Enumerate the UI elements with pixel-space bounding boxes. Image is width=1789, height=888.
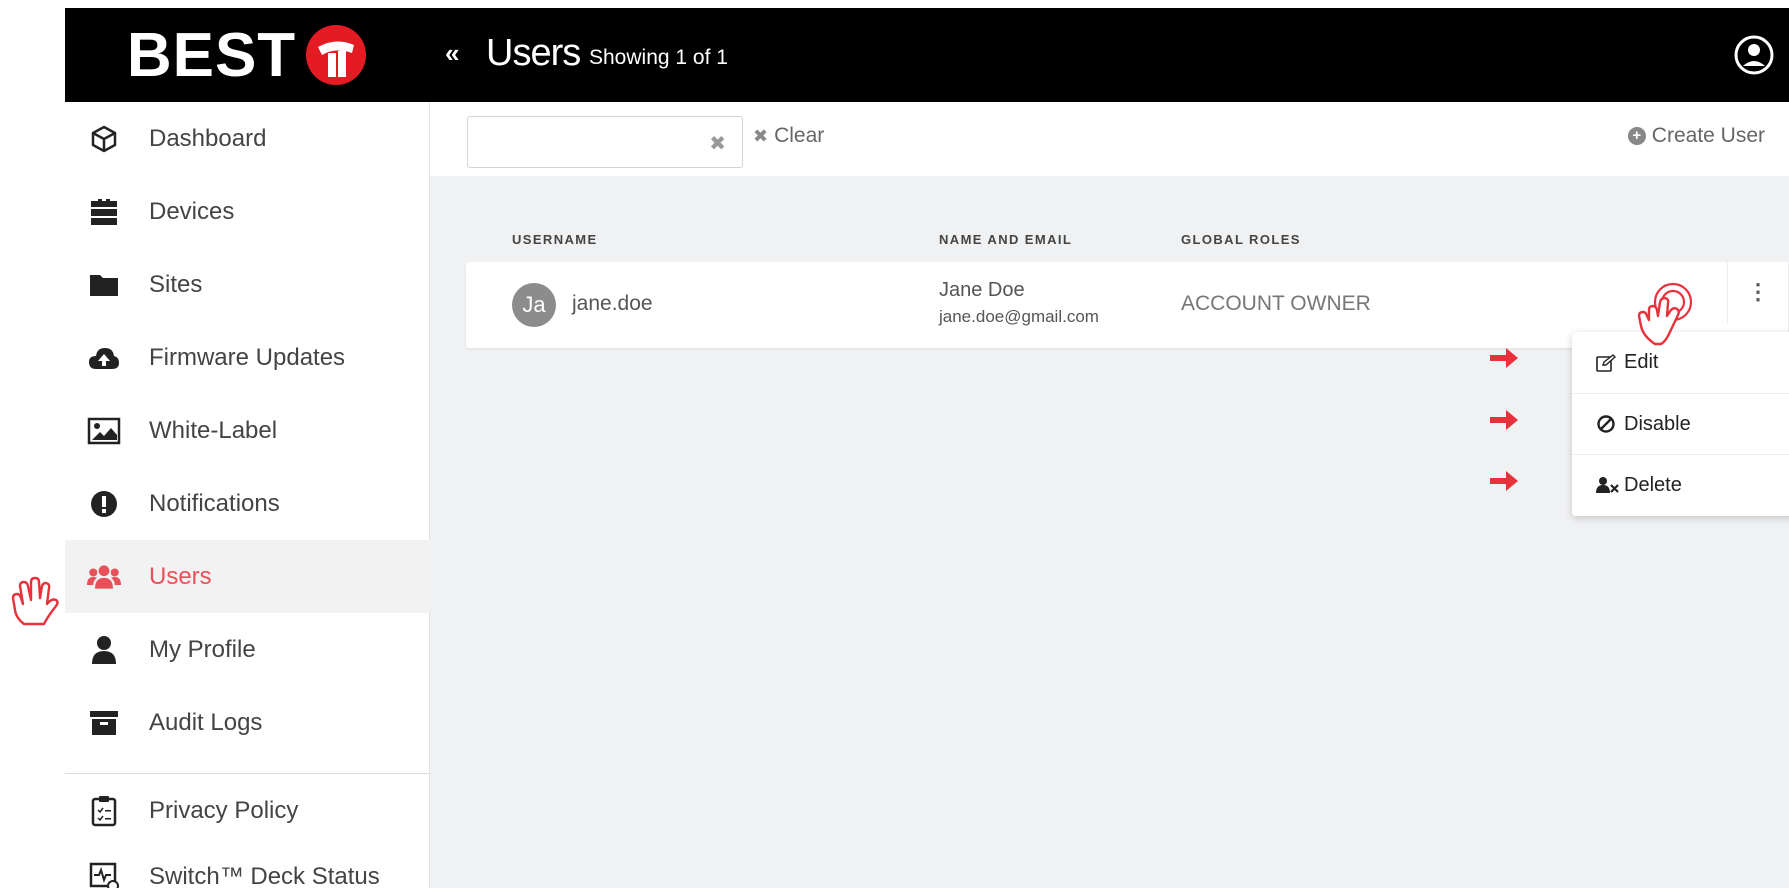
plus-circle-icon: +: [1627, 127, 1646, 145]
menu-item-label: Edit: [1624, 351, 1659, 373]
ban-icon: [1596, 414, 1620, 434]
account-icon[interactable]: [1733, 34, 1775, 76]
sidebar-item-label: White-Label: [149, 416, 278, 444]
arrow-right-icon: [1490, 348, 1518, 368]
close-icon: ✖: [753, 125, 769, 146]
clear-button[interactable]: ✖ Clear: [753, 124, 824, 148]
users-icon: [87, 560, 121, 594]
top-bar: BEST « Users Showing 1 of 1: [65, 8, 1789, 102]
brand-logo: BEST: [65, 8, 430, 102]
cube-icon: [87, 122, 121, 156]
row-actions-menu: Edit Disable Delete: [1572, 332, 1789, 516]
sidebar-item-label: Dashboard: [149, 124, 267, 152]
sidebar-item-label: Users: [149, 562, 212, 590]
full-name-cell: Jane Doe: [939, 279, 1025, 301]
tap-hand-icon: [1637, 282, 1693, 346]
devices-icon: [87, 195, 121, 229]
role-cell: ACCOUNT OWNER: [1181, 292, 1371, 315]
menu-item-disable[interactable]: Disable: [1572, 393, 1789, 454]
email-cell: jane.doe@gmail.com: [939, 307, 1099, 326]
sidebar-item-switch-deck-status[interactable]: Switch™ Deck Status: [65, 840, 430, 888]
app-window: BEST « Users Showing 1 of 1 Dashboard De…: [65, 8, 1789, 888]
sidebar-item-label: Notifications: [149, 489, 280, 517]
create-user-label: Create User: [1651, 124, 1765, 147]
sidebar-item-label: Firmware Updates: [149, 343, 346, 371]
user-delete-icon: [1596, 476, 1620, 494]
menu-item-label: Disable: [1624, 412, 1691, 435]
sidebar-item-dashboard[interactable]: Dashboard: [65, 102, 430, 175]
cloud-upload-icon: [87, 341, 121, 375]
status-icon: [87, 860, 121, 888]
sidebar-item-privacy-policy[interactable]: Privacy Policy: [65, 774, 430, 847]
sidebar-item-users[interactable]: Users: [65, 540, 430, 613]
sidebar-item-devices[interactable]: Devices: [65, 175, 430, 248]
arrow-right-icon: [1490, 410, 1518, 430]
exclamation-icon: [87, 487, 121, 521]
search-input[interactable]: [478, 127, 698, 157]
sidebar-item-sites[interactable]: Sites: [65, 248, 430, 321]
clear-label: Clear: [774, 124, 825, 147]
toolbar: ✖ ✖ Clear + Create User: [430, 102, 1789, 176]
username-cell: jane.doe: [572, 292, 653, 315]
column-header-global-roles[interactable]: GLOBAL ROLES: [1181, 232, 1301, 247]
sidebar-item-label: My Profile: [149, 635, 256, 663]
avatar: Ja: [512, 283, 556, 327]
sidebar: Dashboard Devices Sites Firmware Updates: [65, 102, 430, 888]
search-box: ✖: [467, 116, 743, 168]
clipboard-icon: [87, 794, 121, 828]
arrow-right-icon: [1490, 471, 1518, 491]
row-actions-button[interactable]: ⋮: [1727, 262, 1788, 324]
user-icon: [87, 633, 121, 667]
sidebar-collapse-button[interactable]: «: [445, 38, 459, 69]
menu-item-label: Delete: [1624, 473, 1682, 496]
sidebar-item-audit-logs[interactable]: Audit Logs: [65, 686, 430, 759]
image-icon: [87, 414, 121, 448]
menu-item-delete[interactable]: Delete: [1572, 454, 1789, 515]
search-clear-icon[interactable]: ✖: [709, 131, 726, 156]
brand-mark-icon: [306, 25, 367, 85]
column-header-username[interactable]: USERNAME: [512, 232, 598, 247]
pointer-hand-icon: [11, 576, 59, 626]
sidebar-item-label: Privacy Policy: [149, 796, 299, 824]
sidebar-item-label: Audit Logs: [149, 708, 263, 736]
sidebar-item-notifications[interactable]: Notifications: [65, 467, 430, 540]
sidebar-item-label: Switch™ Deck Status: [149, 862, 380, 888]
create-user-button[interactable]: + Create User: [1627, 124, 1765, 148]
folder-icon: [87, 268, 121, 302]
archive-icon: [87, 706, 121, 740]
column-header-name-email[interactable]: NAME AND EMAIL: [939, 232, 1072, 247]
sidebar-item-my-profile[interactable]: My Profile: [65, 613, 430, 686]
sidebar-item-white-label[interactable]: White-Label: [65, 394, 430, 467]
sidebar-item-label: Devices: [149, 197, 235, 225]
brand-text: BEST: [126, 20, 297, 90]
edit-icon: [1596, 353, 1620, 372]
sidebar-item-label: Sites: [149, 270, 203, 298]
sidebar-item-firmware-updates[interactable]: Firmware Updates: [65, 321, 430, 394]
page-title: Users: [486, 32, 581, 74]
result-count: Showing 1 of 1: [589, 46, 728, 69]
